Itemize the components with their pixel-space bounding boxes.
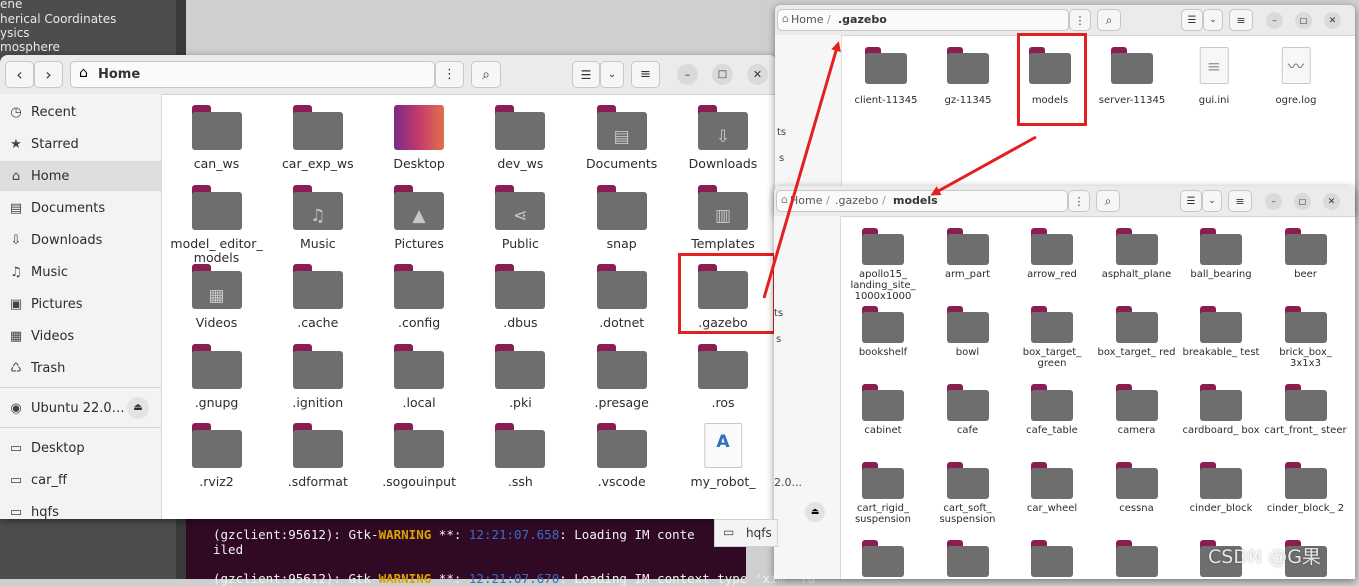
- arrow-to-models-window: [930, 135, 1037, 196]
- watermark: CSDN @G果: [1208, 546, 1321, 568]
- annotation-arrows: [762, 41, 1037, 299]
- arrow-to-gazebo-window: [762, 41, 841, 299]
